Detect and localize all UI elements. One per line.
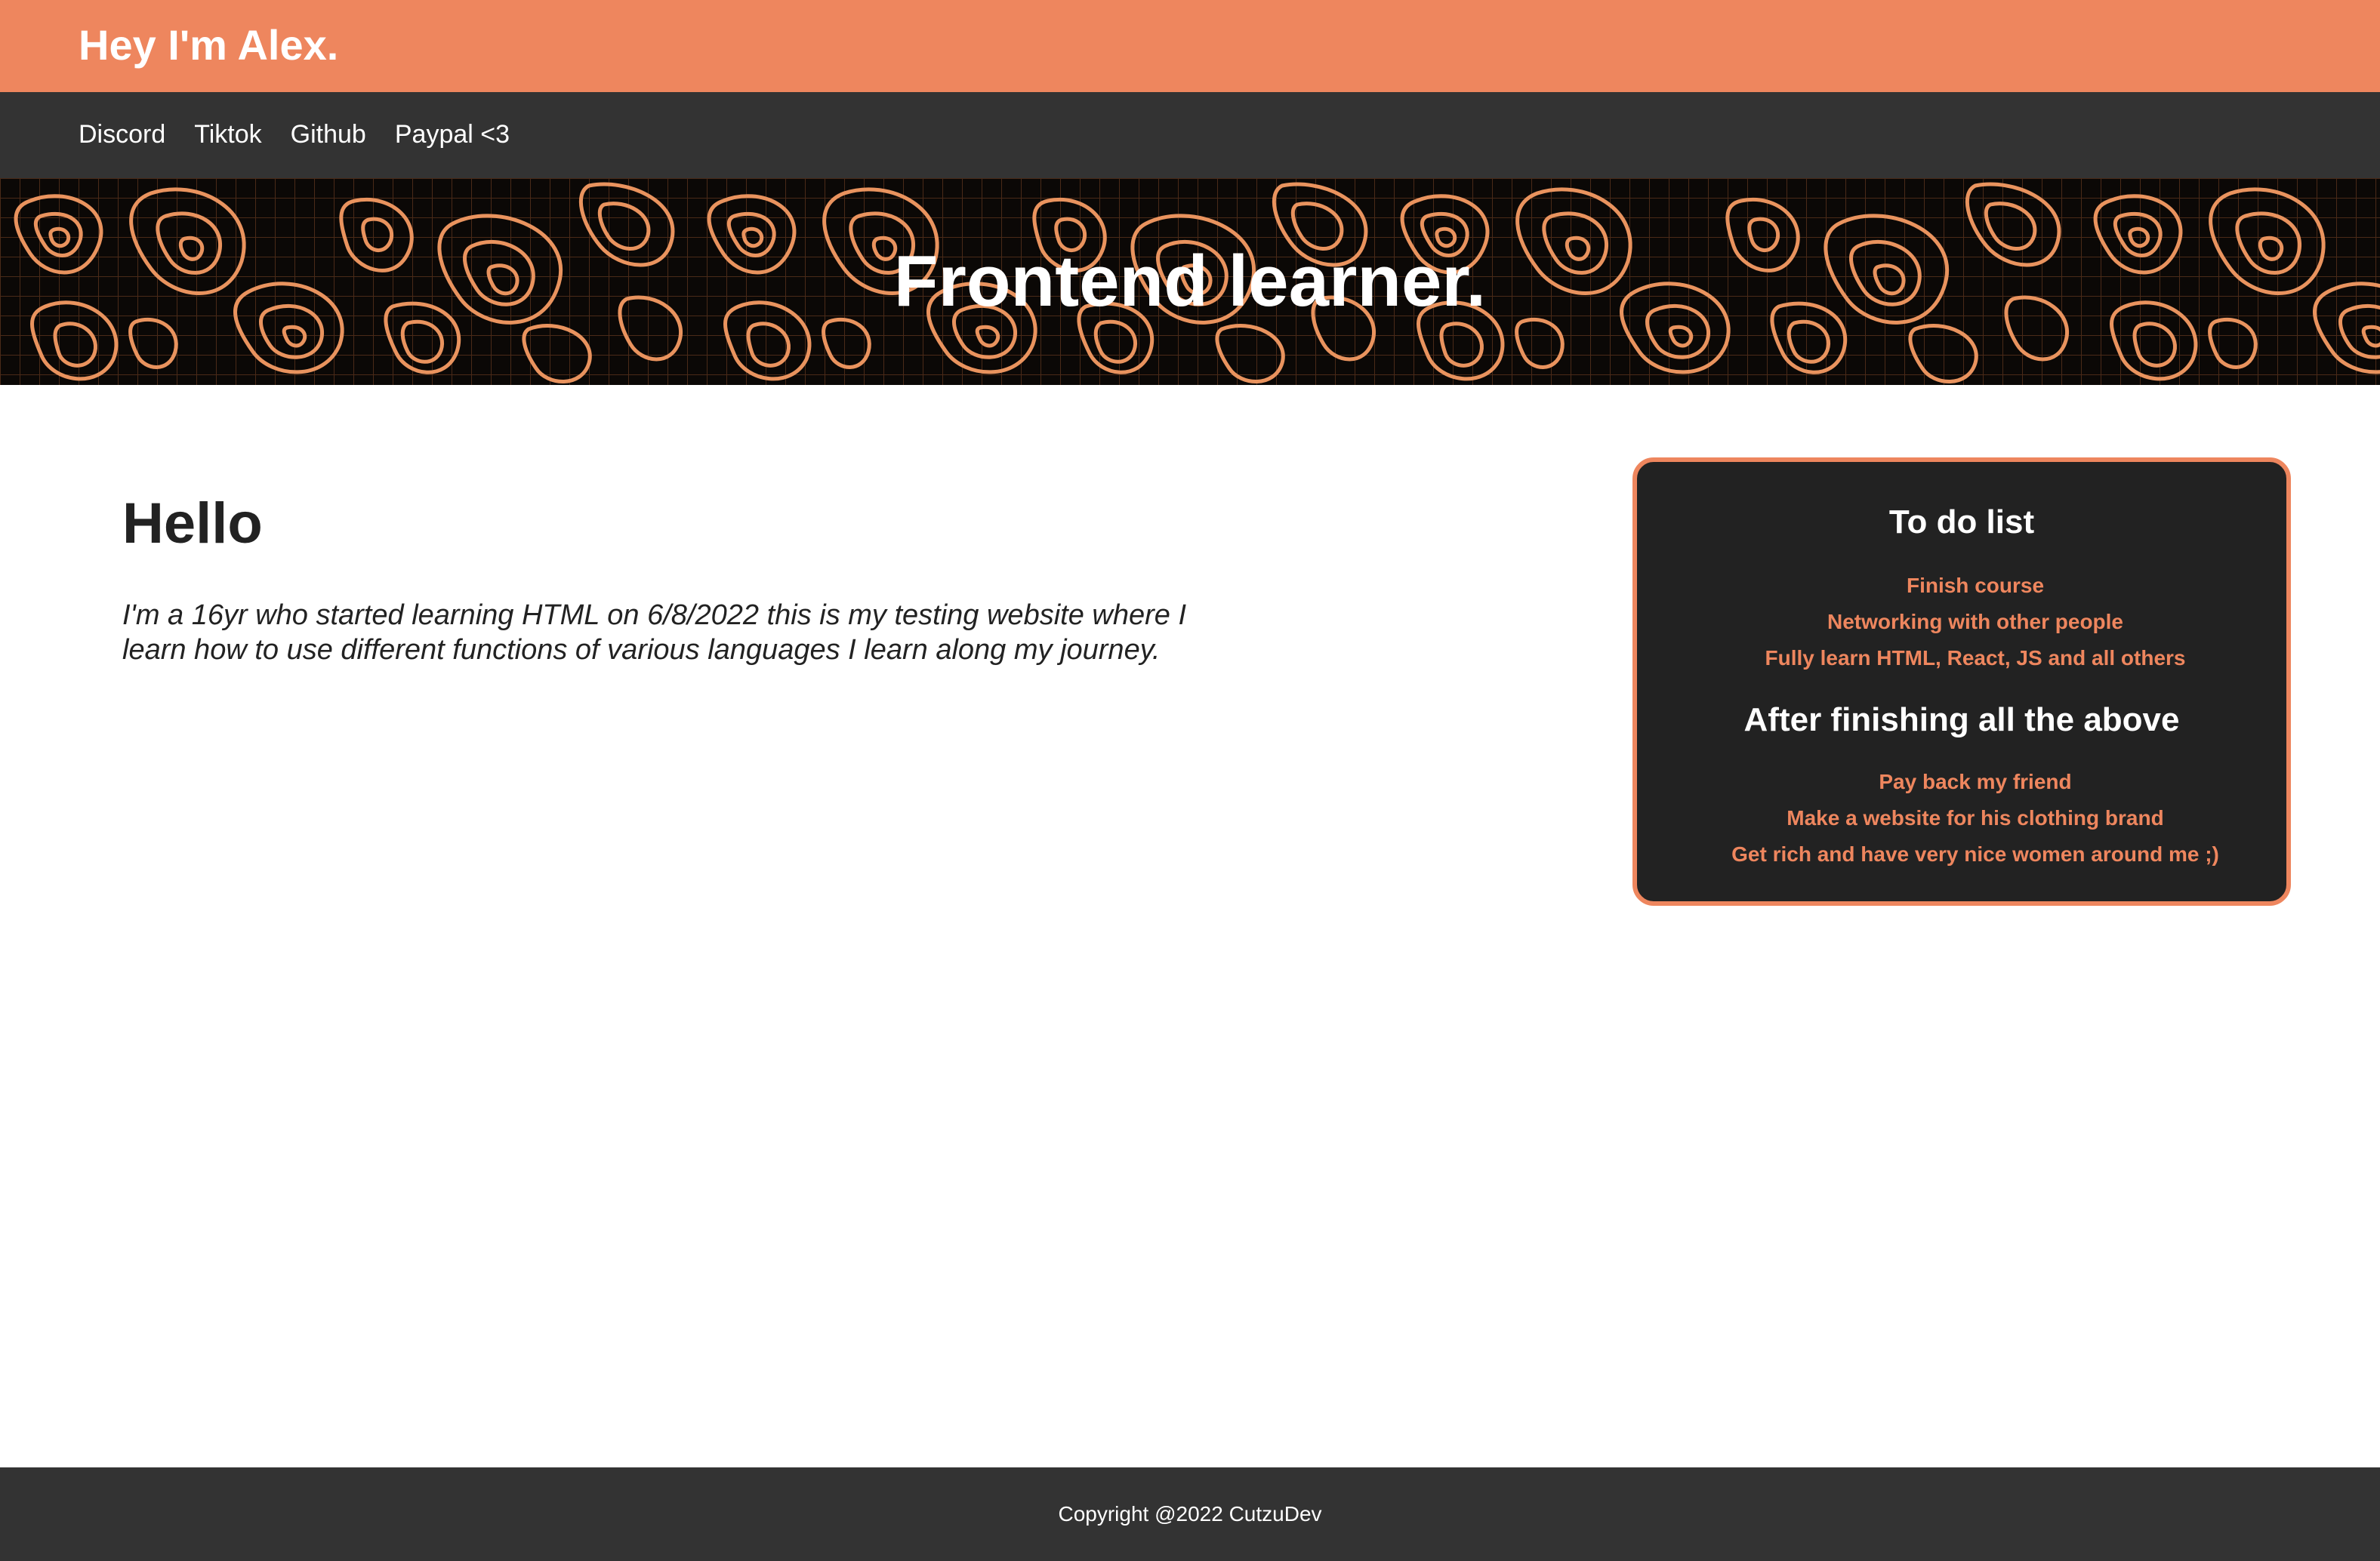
list-item: Get rich and have very nice women around…	[1731, 842, 2219, 866]
list-item: Networking with other people	[1827, 610, 2123, 633]
after-title: After finishing all the above	[1743, 701, 2180, 738]
list-item: Finish course	[1906, 574, 2045, 597]
hero-title: Frontend learner.	[893, 241, 1487, 322]
list-item: Fully learn HTML, React, JS and all othe…	[1765, 646, 2186, 670]
todo-list: Finish course Networking with other peop…	[1651, 568, 2300, 676]
hero-banner: Frontend learner.	[0, 178, 2380, 385]
nav-link-tiktok[interactable]: Tiktok	[194, 115, 261, 154]
top-header: Hey I'm Alex.	[0, 0, 2380, 92]
nav-bar: Discord Tiktok Github Paypal <3	[0, 92, 2380, 178]
nav-link-paypal[interactable]: Paypal <3	[395, 115, 510, 154]
site-title: Hey I'm Alex.	[79, 21, 339, 69]
footer: Copyright @2022 CutzuDev	[0, 1467, 2380, 1561]
nav-links: Discord Tiktok Github Paypal <3	[79, 115, 510, 154]
copyright-text: Copyright @2022 CutzuDev	[1058, 1502, 1322, 1526]
list-item: Pay back my friend	[1879, 770, 2072, 793]
nav-link-github[interactable]: Github	[291, 115, 366, 154]
after-list: Pay back my friend Make a website for hi…	[1651, 764, 2300, 873]
todo-title: To do list	[1888, 503, 2035, 540]
intro-heading: Hello	[122, 491, 263, 556]
nav-link-discord[interactable]: Discord	[79, 115, 165, 154]
intro-text: I'm a 16yr who started learning HTML on …	[122, 599, 1187, 666]
todo-card: To do list Finish course Networking with…	[1632, 457, 2291, 906]
list-item: Make a website for his clothing brand	[1787, 806, 2164, 830]
intro-section: Hello I'm a 16yr who started learning HT…	[122, 483, 1255, 667]
